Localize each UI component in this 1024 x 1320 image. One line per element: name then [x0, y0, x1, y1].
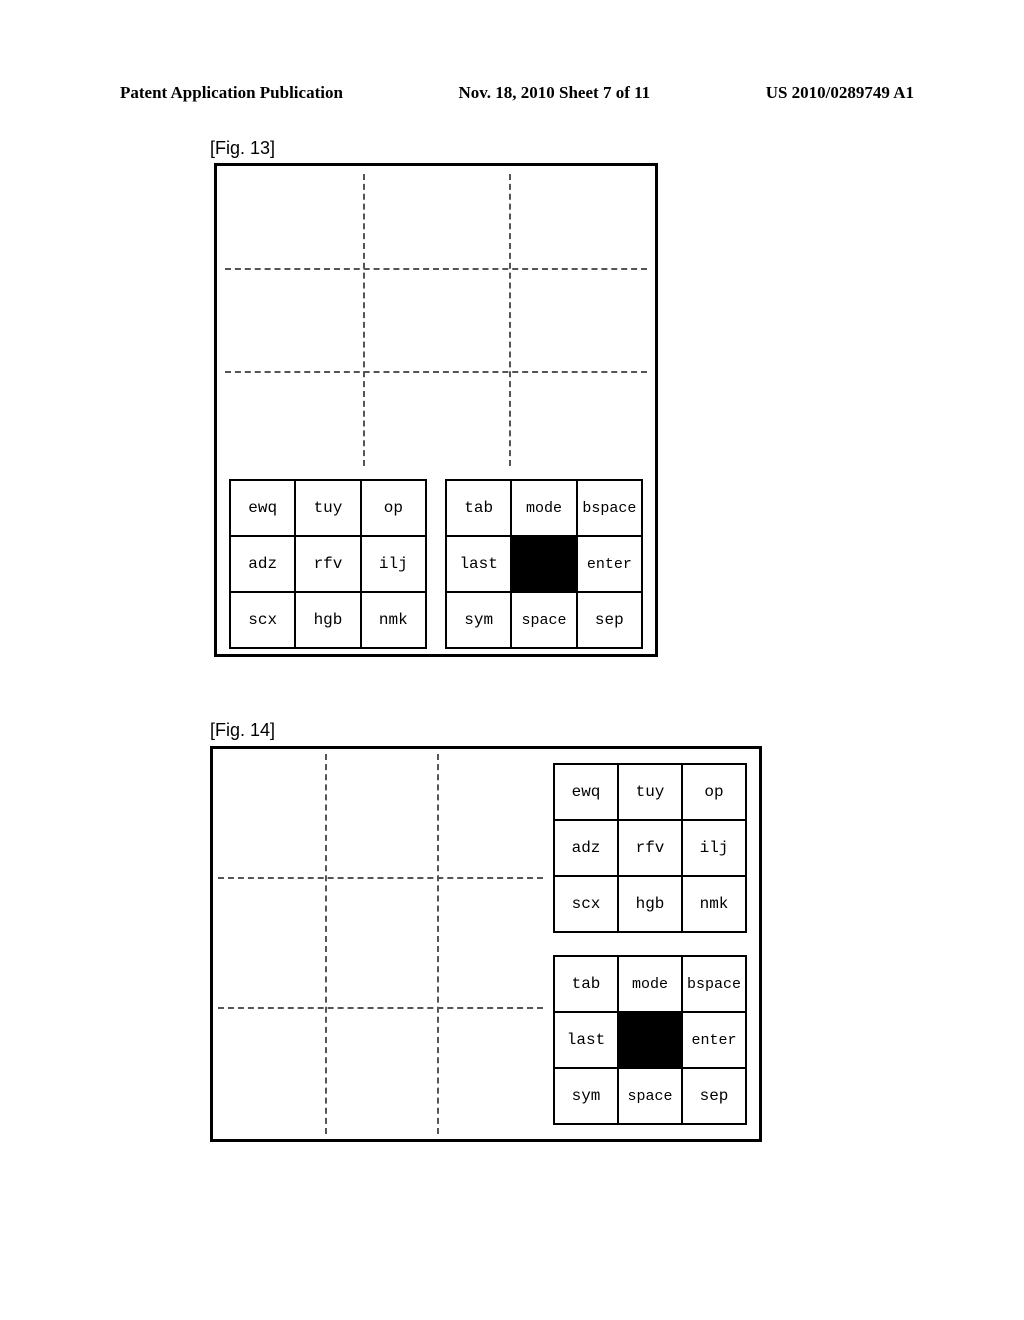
- fig13-right-keypad: tab mode bspace last enter sym space sep: [445, 479, 643, 649]
- grid-dash-horizontal: [225, 268, 647, 270]
- key-scx: scx: [554, 876, 618, 932]
- key-tab: tab: [446, 480, 511, 536]
- key-sym: sym: [554, 1068, 618, 1124]
- key-center-black: [618, 1012, 682, 1068]
- key-ewq: ewq: [230, 480, 295, 536]
- key-rfv: rfv: [295, 536, 360, 592]
- grid-dash-horizontal: [218, 877, 543, 879]
- key-nmk: nmk: [682, 876, 746, 932]
- figure-14-label: [Fig. 14]: [210, 720, 275, 741]
- key-space: space: [511, 592, 576, 648]
- key-center-black: [511, 536, 576, 592]
- key-ewq: ewq: [554, 764, 618, 820]
- key-last: last: [554, 1012, 618, 1068]
- page-header: Patent Application Publication Nov. 18, …: [120, 83, 914, 103]
- grid-dash-vertical: [509, 174, 511, 466]
- fig14-bottom-keypad: tab mode bspace last enter sym space sep: [553, 955, 747, 1125]
- key-mode: mode: [618, 956, 682, 1012]
- key-bspace: bspace: [682, 956, 746, 1012]
- key-op: op: [682, 764, 746, 820]
- grid-dash-vertical: [437, 754, 439, 1134]
- figure-13-label: [Fig. 13]: [210, 138, 275, 159]
- key-tuy: tuy: [618, 764, 682, 820]
- key-space: space: [618, 1068, 682, 1124]
- key-scx: scx: [230, 592, 295, 648]
- key-op: op: [361, 480, 426, 536]
- key-adz: adz: [554, 820, 618, 876]
- key-ilj: ilj: [361, 536, 426, 592]
- grid-dash-horizontal: [225, 371, 647, 373]
- grid-dash-vertical: [325, 754, 327, 1134]
- key-adz: adz: [230, 536, 295, 592]
- grid-dash-horizontal: [218, 1007, 543, 1009]
- key-mode: mode: [511, 480, 576, 536]
- header-right: US 2010/0289749 A1: [766, 83, 914, 103]
- header-mid: Nov. 18, 2010 Sheet 7 of 11: [458, 83, 650, 103]
- key-hgb: hgb: [618, 876, 682, 932]
- key-ilj: ilj: [682, 820, 746, 876]
- fig13-touch-grid: [217, 166, 655, 474]
- fig14-top-keypad: ewq tuy op adz rfv ilj scx hgb nmk: [553, 763, 747, 933]
- key-sep: sep: [682, 1068, 746, 1124]
- key-enter: enter: [682, 1012, 746, 1068]
- figure-14: ewq tuy op adz rfv ilj scx hgb nmk tab m…: [210, 746, 762, 1142]
- figure-13: ewq tuy op adz rfv ilj scx hgb nmk tab m…: [214, 163, 658, 657]
- key-bspace: bspace: [577, 480, 642, 536]
- key-sym: sym: [446, 592, 511, 648]
- key-sep: sep: [577, 592, 642, 648]
- key-tuy: tuy: [295, 480, 360, 536]
- key-enter: enter: [577, 536, 642, 592]
- key-last: last: [446, 536, 511, 592]
- grid-dash-vertical: [363, 174, 365, 466]
- key-tab: tab: [554, 956, 618, 1012]
- key-rfv: rfv: [618, 820, 682, 876]
- key-nmk: nmk: [361, 592, 426, 648]
- fig14-touch-grid: [213, 749, 548, 1139]
- header-left: Patent Application Publication: [120, 83, 343, 103]
- fig13-left-keypad: ewq tuy op adz rfv ilj scx hgb nmk: [229, 479, 427, 649]
- key-hgb: hgb: [295, 592, 360, 648]
